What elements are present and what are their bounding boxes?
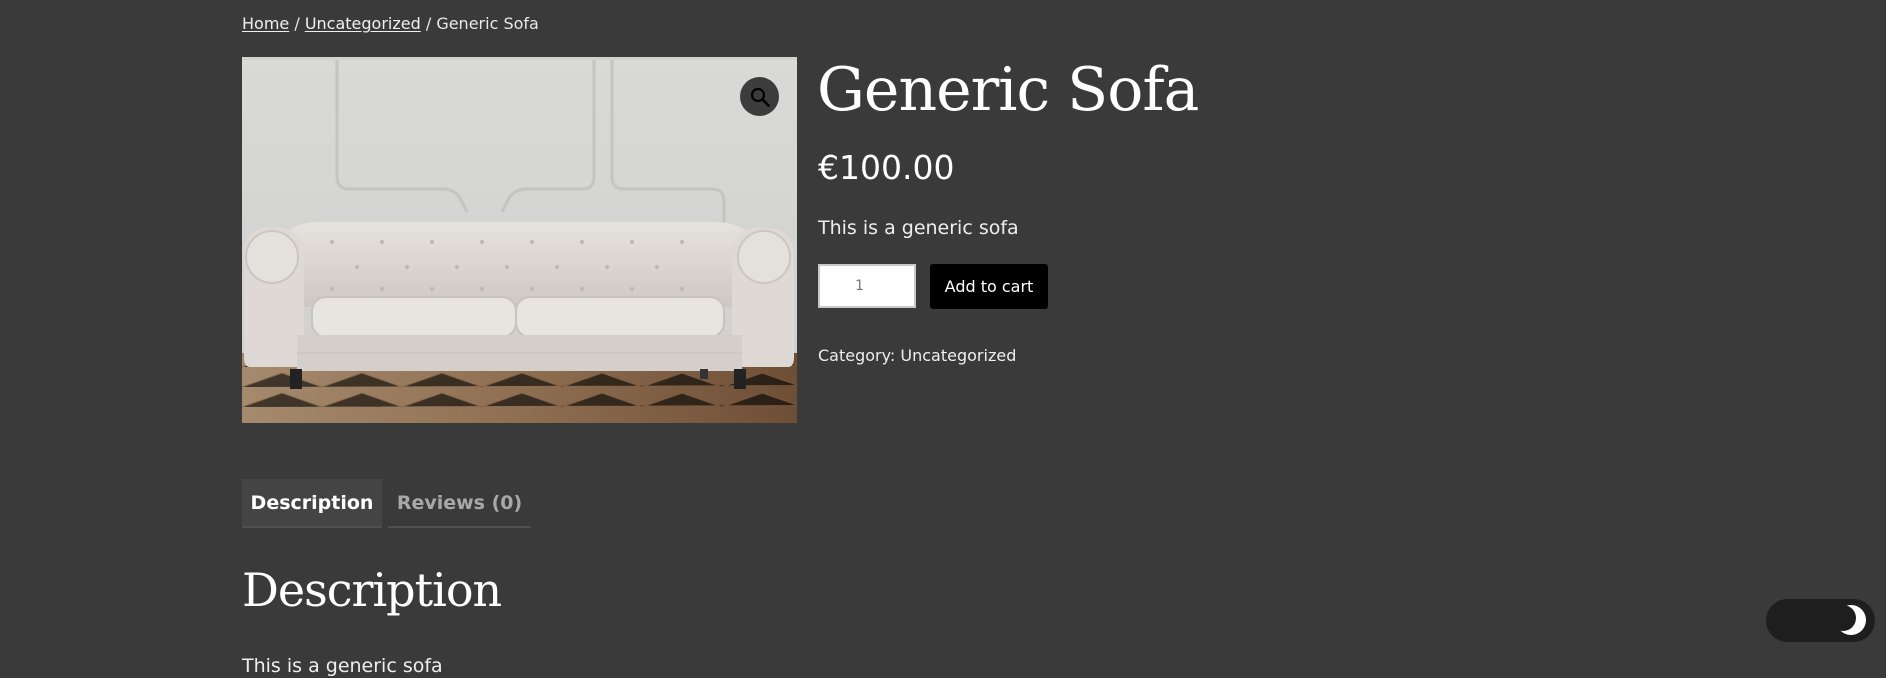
dark-mode-toggle[interactable] <box>1766 599 1875 642</box>
breadcrumb-separator: / <box>420 14 437 33</box>
product-title: Generic Sofa <box>817 55 1199 125</box>
breadcrumb: Home / Uncategorized / Generic Sofa <box>242 14 539 34</box>
product-price: €100.00 <box>818 148 955 187</box>
breadcrumb-home-link[interactable]: Home <box>242 14 289 33</box>
product-image[interactable] <box>242 57 797 423</box>
description-heading: Description <box>242 563 502 617</box>
category-label: Category: <box>818 346 896 365</box>
zoom-button[interactable] <box>740 77 779 116</box>
breadcrumb-category-link[interactable]: Uncategorized <box>305 14 421 33</box>
quantity-input[interactable] <box>818 264 916 308</box>
moon-icon <box>1835 605 1866 635</box>
breadcrumb-separator: / <box>289 14 305 33</box>
product-short-description: This is a generic sofa <box>818 217 1019 239</box>
breadcrumb-current: Generic Sofa <box>436 14 539 33</box>
tab-reviews[interactable]: Reviews (0) <box>388 479 531 528</box>
tab-description[interactable]: Description <box>242 479 382 528</box>
description-text: This is a generic sofa <box>242 655 443 677</box>
category-link[interactable]: Uncategorized <box>900 346 1016 365</box>
add-to-cart-button[interactable]: Add to cart <box>930 264 1048 309</box>
product-category: Category: Uncategorized <box>818 346 1016 366</box>
search-icon <box>750 87 770 107</box>
